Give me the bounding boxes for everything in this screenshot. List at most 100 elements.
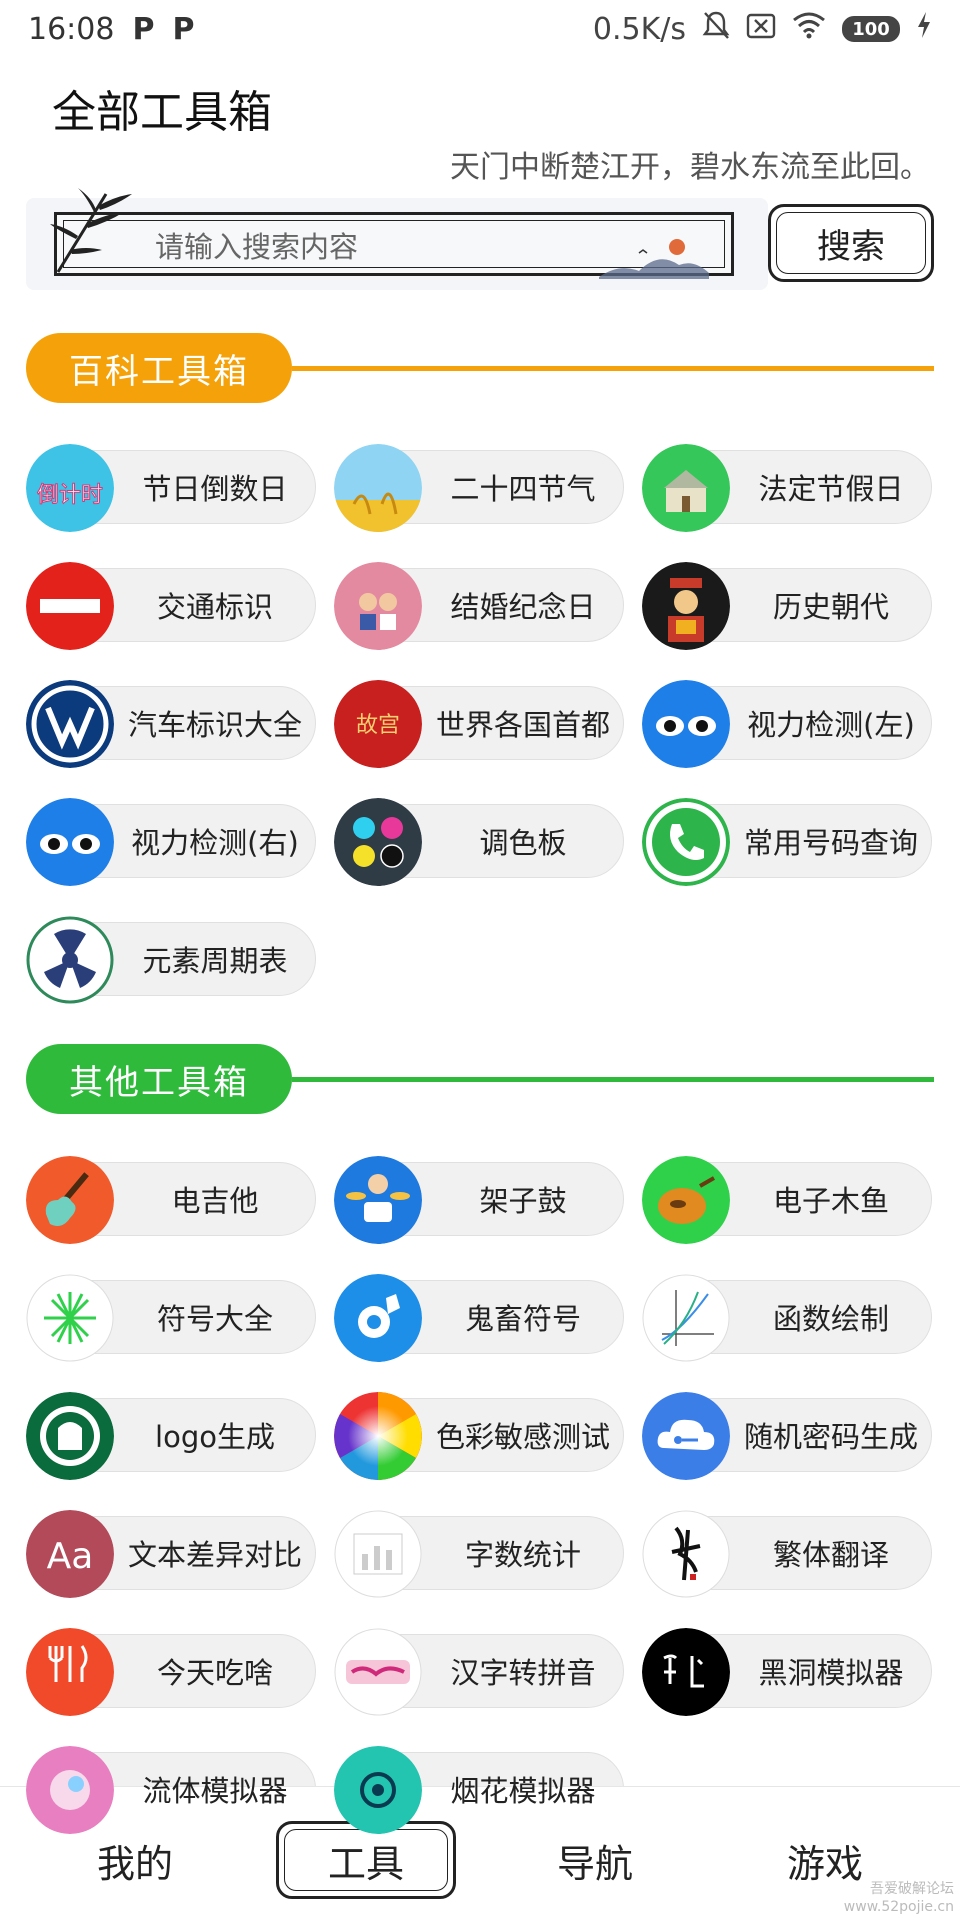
search-button[interactable]: 搜索: [768, 204, 934, 282]
solar-terms-icon: [334, 444, 422, 532]
tool-label: 电子木鱼: [772, 1184, 889, 1218]
tool-item[interactable]: 调色板: [334, 798, 624, 886]
traffic-sign-icon: [26, 562, 114, 650]
black-hole-icon: [642, 1628, 730, 1716]
tool-item[interactable]: 繁体翻译: [642, 1510, 932, 1598]
tool-item[interactable]: 历史朝代: [642, 562, 932, 650]
bamboo-decoration-icon: [50, 188, 132, 273]
tool-label: 电吉他: [171, 1184, 259, 1218]
festival-countdown-icon: 倒计时: [26, 444, 114, 532]
tool-label: 交通标识: [156, 590, 273, 624]
tool-label: 视力检测(左): [747, 708, 915, 742]
tool-item[interactable]: 故宫 世界各国首都: [334, 680, 624, 768]
tool-label: 繁体翻译: [772, 1538, 889, 1572]
tool-item[interactable]: 常用号码查询: [642, 798, 932, 886]
tool-label: 世界各国首都: [435, 708, 610, 742]
tool-label: 节日倒数日: [142, 472, 288, 506]
section-divider: [292, 1077, 934, 1082]
search-input[interactable]: [155, 229, 625, 265]
parking-notification-icon: P: [172, 11, 195, 47]
tool-item[interactable]: 鬼畜符号: [334, 1274, 624, 1362]
symbols-icon: [26, 1274, 114, 1362]
tool-item[interactable]: 色彩敏感测试: [334, 1392, 624, 1480]
fluid-icon: [26, 1746, 114, 1834]
tool-item[interactable]: 视力检测(右): [26, 798, 316, 886]
tool-label: 色彩敏感测试: [435, 1420, 610, 1454]
color-wheel-icon: [334, 1392, 422, 1480]
tool-item[interactable]: 汉字转拼音: [334, 1628, 624, 1716]
charging-bolt-icon: [916, 11, 932, 47]
password-cloud-icon: [642, 1392, 730, 1480]
function-plot-icon: [642, 1274, 730, 1362]
tool-label: 烟花模拟器: [450, 1774, 596, 1808]
holiday-icon: [642, 444, 730, 532]
network-speed: 0.5K/s: [592, 11, 686, 47]
tool-item[interactable]: 电吉他: [26, 1156, 316, 1244]
nav-item-tools[interactable]: 工具: [276, 1821, 456, 1899]
search-frame: [54, 212, 734, 279]
tool-label: 字数统计: [464, 1538, 581, 1572]
tool-label: logo生成: [155, 1420, 275, 1454]
svg-text:故宫: 故宫: [356, 713, 400, 738]
tool-item[interactable]: 倒计时 节日倒数日: [26, 444, 316, 532]
traditional-chinese-icon: [642, 1510, 730, 1598]
landscape-decoration-icon: [599, 239, 709, 279]
svg-text:Aa: Aa: [47, 1536, 94, 1577]
tool-label: 视力检测(右): [131, 826, 299, 860]
logo-maker-icon: [26, 1392, 114, 1480]
tool-label: 二十四节气: [450, 472, 596, 506]
tool-label: 函数绘制: [772, 1302, 889, 1336]
text-diff-icon: Aa: [26, 1510, 114, 1598]
tool-item[interactable]: 电子木鱼: [642, 1156, 932, 1244]
nav-item-navigation[interactable]: 导航: [505, 1821, 685, 1899]
poem-subtitle: 天门中断楚江开，碧水东流至此回。: [450, 150, 930, 185]
tool-label: 随机密码生成: [743, 1420, 918, 1454]
page-title: 全部工具箱: [52, 87, 272, 138]
tool-item[interactable]: 元素周期表: [26, 916, 316, 1004]
tool-item[interactable]: 烟花模拟器: [334, 1746, 624, 1834]
tool-item[interactable]: 架子鼓: [334, 1156, 624, 1244]
palette-icon: [334, 798, 422, 886]
pinyin-icon: [334, 1628, 422, 1716]
food-icon: [26, 1628, 114, 1716]
tool-label: 常用号码查询: [743, 826, 918, 860]
tool-label: 元素周期表: [142, 944, 288, 978]
section-divider: [292, 366, 934, 371]
tool-label: 符号大全: [156, 1302, 273, 1336]
tool-item[interactable]: 字数统计: [334, 1510, 624, 1598]
tool-item[interactable]: 函数绘制: [642, 1274, 932, 1362]
tool-item[interactable]: 今天吃啥: [26, 1628, 316, 1716]
tool-item[interactable]: 二十四节气: [334, 444, 624, 532]
tool-item[interactable]: logo生成: [26, 1392, 316, 1480]
svg-text:倒计时: 倒计时: [37, 483, 103, 508]
tool-item[interactable]: 结婚纪念日: [334, 562, 624, 650]
section-header-other: 其他工具箱: [26, 1044, 934, 1114]
music-note-icon: [334, 1274, 422, 1362]
tool-item[interactable]: 符号大全: [26, 1274, 316, 1362]
tool-item[interactable]: 法定节假日: [642, 444, 932, 532]
tool-label: 汽车标识大全: [127, 708, 302, 742]
eye-test-left-icon: [642, 680, 730, 768]
tool-item[interactable]: 汽车标识大全: [26, 680, 316, 768]
tool-label: 架子鼓: [479, 1184, 567, 1218]
tool-label: 鬼畜符号: [464, 1302, 581, 1336]
search-container: [26, 188, 768, 290]
tool-item[interactable]: Aa 文本差异对比: [26, 1510, 316, 1598]
electric-guitar-icon: [26, 1156, 114, 1244]
history-dynasty-icon: [642, 562, 730, 650]
car-logo-icon: [26, 680, 114, 768]
tool-item[interactable]: 视力检测(左): [642, 680, 932, 768]
watermark: 吾爱破解论坛 www.52pojie.cn: [843, 1881, 954, 1915]
tool-label: 黑洞模拟器: [758, 1656, 904, 1690]
phone-icon: [642, 798, 730, 886]
tool-item[interactable]: 黑洞模拟器: [642, 1628, 932, 1716]
wifi-icon: [792, 11, 826, 47]
word-count-icon: [334, 1510, 422, 1598]
eye-test-right-icon: [26, 798, 114, 886]
wedding-anniversary-icon: [334, 562, 422, 650]
status-time: 16:08: [28, 11, 115, 47]
drum-kit-icon: [334, 1156, 422, 1244]
tool-item[interactable]: 交通标识: [26, 562, 316, 650]
tool-item[interactable]: 随机密码生成: [642, 1392, 932, 1480]
tool-item[interactable]: 流体模拟器: [26, 1746, 316, 1834]
